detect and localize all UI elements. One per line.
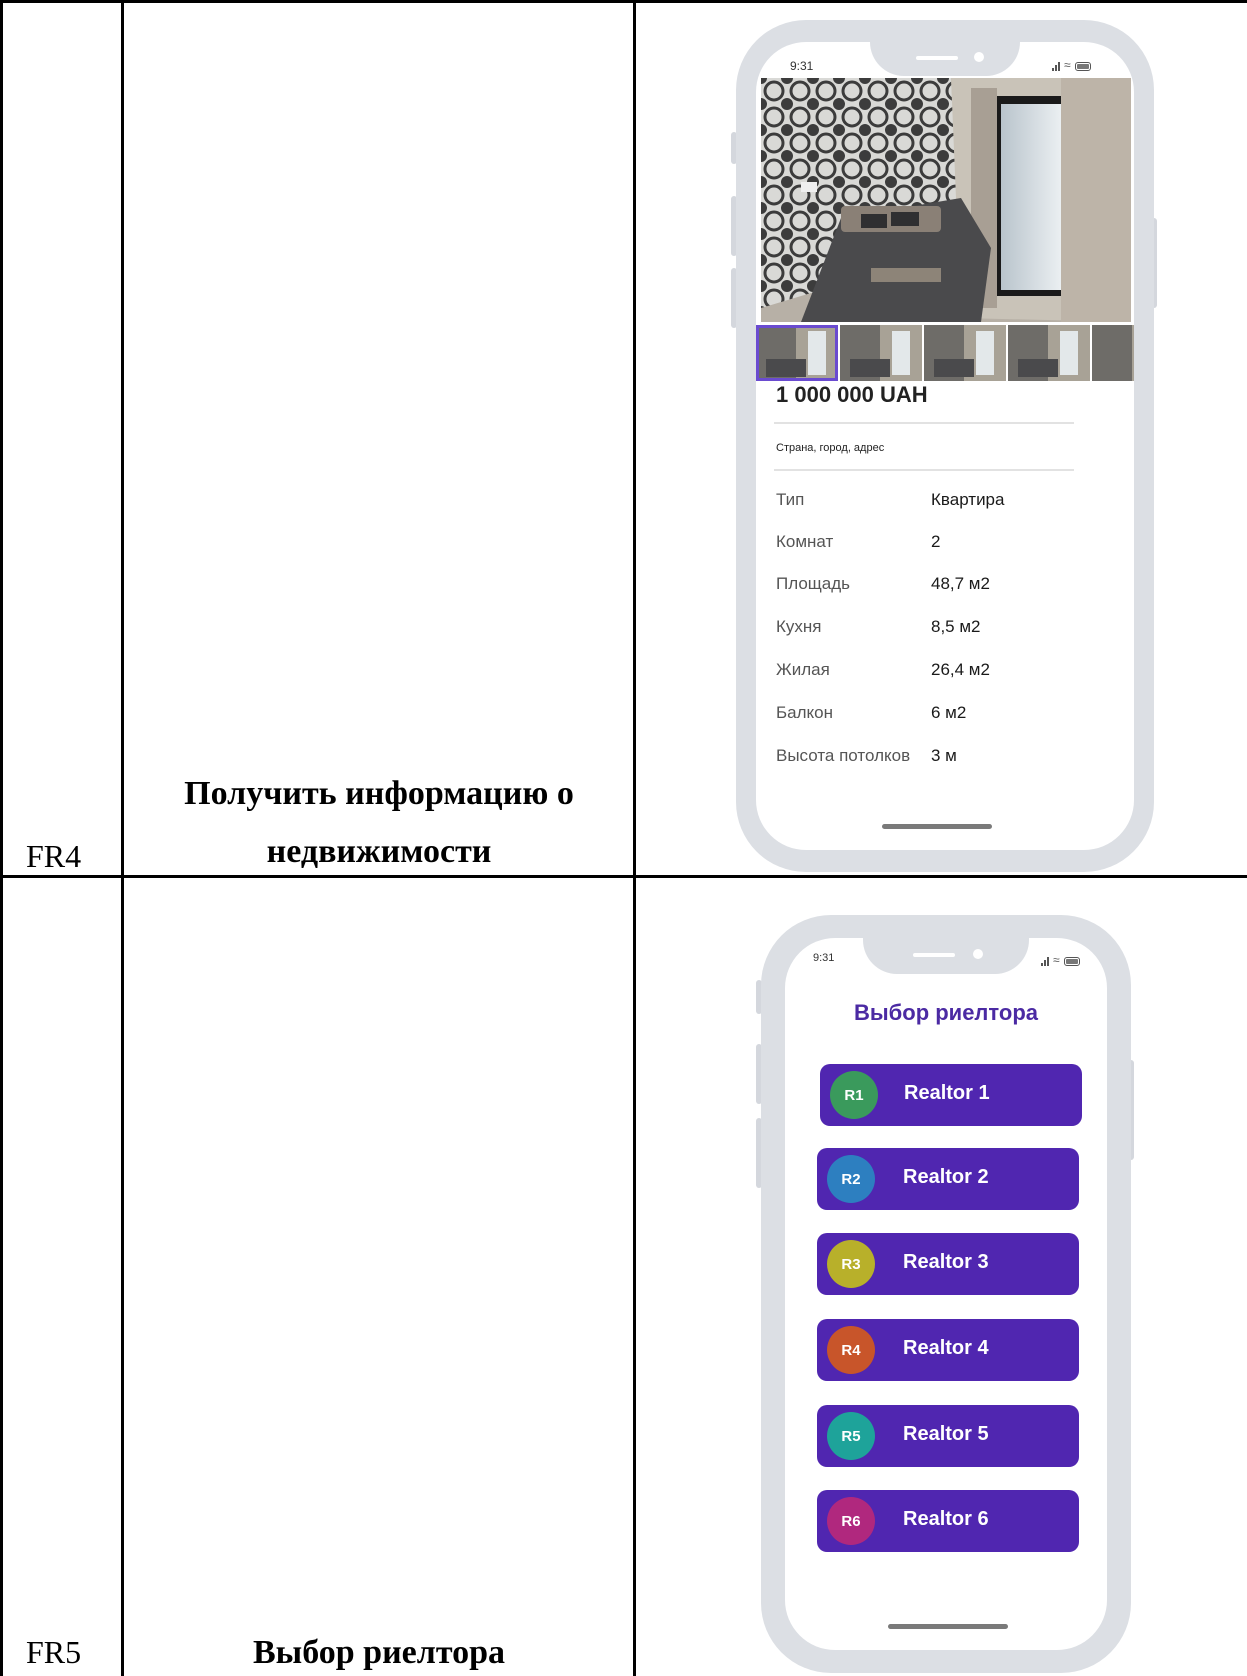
property-label: Тип <box>776 490 805 509</box>
battery-icon <box>1063 957 1080 966</box>
status-icons: ≈ <box>1052 59 1091 71</box>
property-label: Балкон <box>776 703 834 722</box>
realtor-name: Realtor 1 <box>904 1082 990 1104</box>
property-value: 8,5 м2 <box>931 617 981 636</box>
divider <box>774 469 1074 471</box>
realtor-avatar: R2 <box>827 1155 875 1203</box>
realtor-avatar: R4 <box>827 1326 875 1374</box>
property-address: Страна, город, адрес <box>776 442 885 454</box>
property-label: Площадь <box>776 574 851 593</box>
photo-thumbnail[interactable] <box>840 325 922 381</box>
divider <box>774 422 1074 424</box>
home-indicator[interactable] <box>888 1624 1008 1629</box>
phone-screen: 9:31 ≈ 1 000 000 UAH Страна, город, адре… <box>756 42 1134 850</box>
property-value: 48,7 м2 <box>931 574 990 593</box>
property-price: 1 000 000 UAH <box>776 382 928 407</box>
property-label: Комнат <box>776 532 834 551</box>
property-label: Жилая <box>776 660 830 679</box>
photo-thumbnail[interactable] <box>1092 325 1134 381</box>
wifi-icon: ≈ <box>1053 953 1060 967</box>
speaker-grille <box>916 56 958 60</box>
bedroom-photo-image <box>761 78 1131 322</box>
photo-thumbnails <box>756 325 1134 381</box>
photo-thumbnail[interactable] <box>924 325 1006 381</box>
requirement-id: FR4 <box>26 838 82 874</box>
thumbnail-image <box>924 325 1006 381</box>
battery-icon <box>1074 62 1091 71</box>
property-photo[interactable] <box>761 78 1131 322</box>
realtor-name: Realtor 3 <box>903 1251 989 1273</box>
status-icons: ≈ <box>1041 954 1080 966</box>
property-value: 3 м <box>931 746 957 765</box>
status-time: 9:31 <box>813 952 835 964</box>
requirement-title-line: Получить информацию о <box>184 775 574 812</box>
property-value: Квартира <box>931 490 1005 509</box>
thumbnail-image <box>840 325 922 381</box>
realtor-name: Realtor 2 <box>903 1166 989 1188</box>
camera-icon <box>974 52 984 62</box>
screen-title: Выбор риелтора <box>853 1000 1039 1025</box>
property-value: 2 <box>931 532 941 551</box>
realtor-button[interactable]: R5 Realtor 5 <box>817 1405 1079 1467</box>
phone-screen: 9:31 ≈ Выбор риелтора R1 Realtor 1 R2 Re… <box>785 938 1107 1650</box>
photo-thumbnail[interactable] <box>756 325 838 381</box>
signal-icon <box>1041 957 1049 966</box>
thumbnail-image <box>1008 325 1090 381</box>
wifi-icon: ≈ <box>1064 58 1071 72</box>
realtor-button[interactable]: R3 Realtor 3 <box>817 1233 1079 1295</box>
property-value: 26,4 м2 <box>931 660 990 679</box>
requirement-id: FR5 <box>26 1634 82 1670</box>
thumbnail-image <box>1092 325 1134 381</box>
photo-thumbnail[interactable] <box>1008 325 1090 381</box>
realtor-avatar: R5 <box>827 1412 875 1460</box>
realtor-button[interactable]: R2 Realtor 2 <box>817 1148 1079 1210</box>
realtor-name: Realtor 5 <box>903 1423 989 1445</box>
home-indicator[interactable] <box>882 824 992 829</box>
realtor-name: Realtor 4 <box>903 1337 989 1359</box>
property-label: Кухня <box>776 617 822 636</box>
camera-icon <box>973 949 983 959</box>
requirement-title-line: недвижимости <box>266 833 492 870</box>
property-value: 6 м2 <box>931 703 967 722</box>
requirement-title: Выбор риелтора <box>124 1624 634 1676</box>
requirement-title-line: Выбор риелтора <box>252 1634 505 1671</box>
thumbnail-image <box>756 325 838 381</box>
signal-icon <box>1052 62 1060 71</box>
speaker-grille <box>913 953 955 957</box>
realtor-avatar: R3 <box>827 1240 875 1288</box>
table-top-border <box>0 0 1247 3</box>
realtor-avatar: R1 <box>830 1071 878 1119</box>
table-left-border <box>0 0 3 1676</box>
realtor-button[interactable]: R1 Realtor 1 <box>820 1064 1082 1126</box>
realtor-button[interactable]: R6 Realtor 6 <box>817 1490 1079 1552</box>
status-time: 9:31 <box>790 59 814 73</box>
requirement-title: Получить информацию о недвижимости <box>124 765 634 881</box>
realtor-avatar: R6 <box>827 1497 875 1545</box>
realtor-button[interactable]: R4 Realtor 4 <box>817 1319 1079 1381</box>
property-label: Высота потолков <box>776 746 911 765</box>
realtor-name: Realtor 6 <box>903 1508 989 1530</box>
